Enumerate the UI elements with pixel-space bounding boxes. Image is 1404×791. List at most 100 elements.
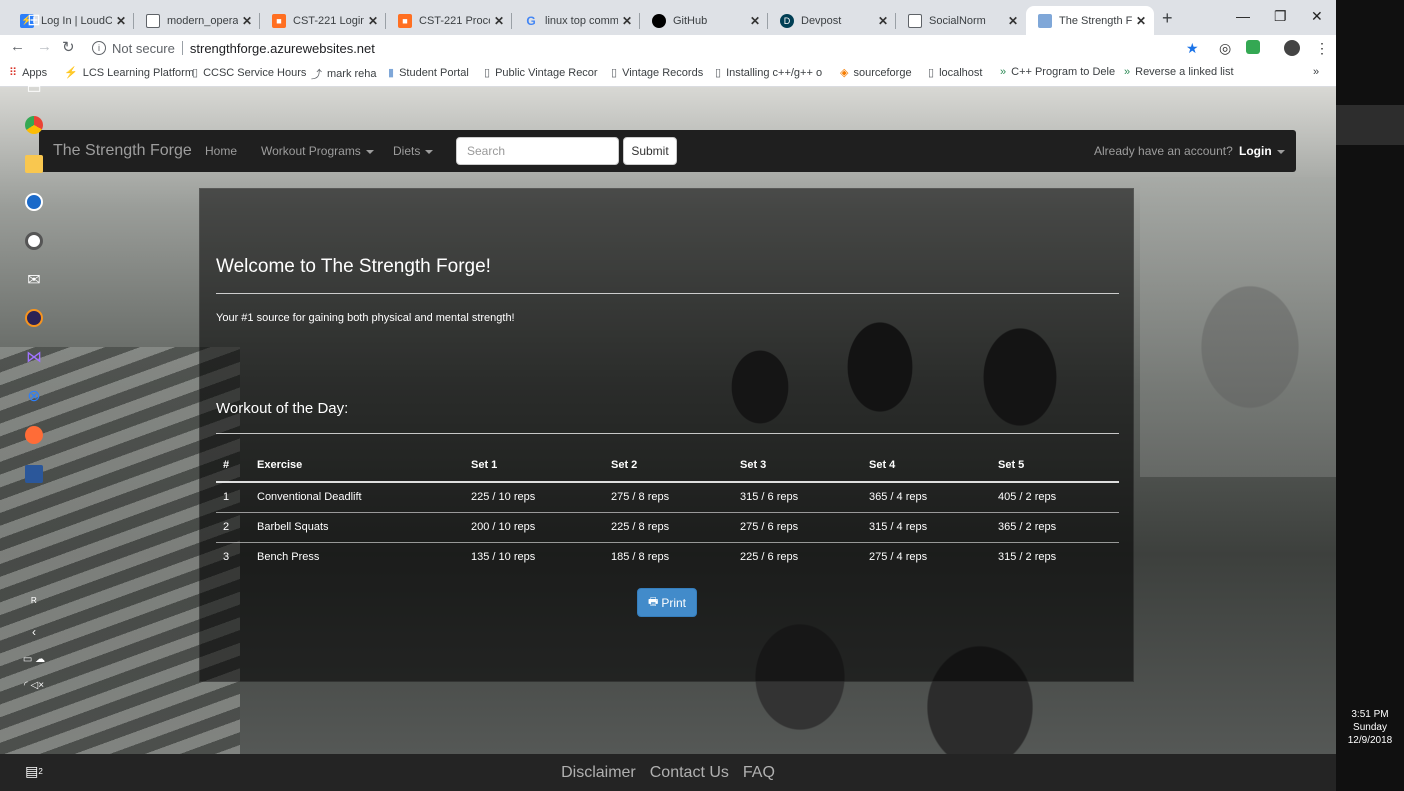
submit-button[interactable]: Submit xyxy=(623,137,677,165)
login-dropdown[interactable]: Login xyxy=(1239,144,1285,158)
postman-icon[interactable] xyxy=(0,423,68,447)
close-tab-icon[interactable]: ✕ xyxy=(1008,14,1018,28)
chevron-left-icon[interactable]: ‹ xyxy=(0,622,68,642)
tab-cst221-login[interactable]: ■ CST-221 Login M ✕ xyxy=(260,6,386,35)
bookmark-sourceforge[interactable]: ◈ sourceforge xyxy=(840,66,912,80)
info-icon[interactable]: i xyxy=(92,41,106,55)
notifications-icon[interactable]: ▤ 2 xyxy=(0,760,68,782)
bookmark-label: Student Portal xyxy=(399,66,469,79)
tab-strip: ⚡ Log In | LoudClo ✕ modern_operatin ✕ ■… xyxy=(0,0,1336,35)
tagline: Your #1 source for gaining both physical… xyxy=(216,312,515,324)
network-app-icon[interactable]: ⊗ xyxy=(0,384,68,408)
tab-title: modern_operatin xyxy=(167,14,238,27)
url-text[interactable]: strengthforge.azurewebsites.net xyxy=(190,41,375,56)
close-tab-icon[interactable]: ✕ xyxy=(368,14,378,28)
footer-link-faq[interactable]: FAQ xyxy=(743,764,775,782)
nav-workout-programs[interactable]: Workout Programs xyxy=(261,144,374,158)
tab-devpost[interactable]: D Devpost ✕ xyxy=(768,6,896,35)
bookmark-star-icon[interactable]: ★ xyxy=(1186,40,1199,57)
geeks-icon: » xyxy=(1000,66,1007,78)
new-tab-icon[interactable]: + xyxy=(1162,8,1173,29)
column-header: # xyxy=(216,448,250,483)
profile-avatar[interactable] xyxy=(1284,40,1300,56)
tab-modern-operating[interactable]: modern_operatin ✕ xyxy=(134,6,260,35)
github-desktop-icon[interactable] xyxy=(0,229,68,253)
close-tab-icon[interactable]: ✕ xyxy=(750,14,760,28)
extension-icon[interactable]: ◎ xyxy=(1219,40,1231,57)
table-cell: 275 / 4 reps xyxy=(869,551,928,564)
table-cell: 365 / 2 reps xyxy=(991,512,1119,543)
active-app-highlight xyxy=(1336,105,1404,145)
bookmarks-overflow-icon[interactable]: » xyxy=(1313,66,1319,78)
bookmark-installing-cpp[interactable]: ▯ Installing c++/g++ o xyxy=(715,66,822,80)
tab-cst221-process[interactable]: ■ CST-221 Process ✕ xyxy=(386,6,512,35)
task-view-icon[interactable]: ▭ xyxy=(0,76,68,100)
document-icon xyxy=(908,13,922,28)
bookmark-lcs[interactable]: ⚡ LCS Learning Platform xyxy=(64,66,194,80)
table-row: 1 Conventional Deadlift 225 / 10 reps 27… xyxy=(216,482,1119,513)
bookmark-label: sourceforge xyxy=(853,66,912,79)
bookmark-reverse-list[interactable]: » Reverse a linked list xyxy=(1124,66,1234,78)
content-panel: Welcome to The Strength Forge! Your #1 s… xyxy=(199,188,1134,682)
bookmark-mark-reha[interactable]: ⤴ mark reha xyxy=(311,66,377,82)
site-navbar: The Strength Forge Home Workout Programs… xyxy=(39,130,1296,172)
browser-toolbar: ← → ↻ i Not secure strengthforge.azurewe… xyxy=(0,35,1336,61)
brand-link[interactable]: The Strength Forge xyxy=(53,142,192,160)
bookmark-localhost[interactable]: ▯ localhost xyxy=(928,66,982,80)
footer-link-contact[interactable]: Contact Us xyxy=(650,764,729,782)
close-window-icon[interactable]: ✕ xyxy=(1311,8,1323,25)
bookmark-label: CCSC Service Hours xyxy=(203,66,307,79)
document-icon xyxy=(146,13,160,28)
menu-kebab-icon[interactable]: ⋮ xyxy=(1315,40,1329,57)
document-icon: ▯ xyxy=(484,67,491,79)
close-tab-icon[interactable]: ✕ xyxy=(622,14,632,28)
bookmark-public-vintage[interactable]: ▯ Public Vintage Recor xyxy=(484,66,598,80)
tab-google-search[interactable]: G linux top comma ✕ xyxy=(512,6,640,35)
steam-icon[interactable] xyxy=(0,190,68,214)
close-tab-icon[interactable]: ✕ xyxy=(878,14,888,28)
word-icon[interactable] xyxy=(0,462,68,486)
chrome-icon[interactable] xyxy=(0,112,68,138)
nav-diets[interactable]: Diets xyxy=(393,144,434,158)
close-tab-icon[interactable]: ✕ xyxy=(1136,14,1146,28)
mail-icon[interactable]: ✉ xyxy=(0,268,68,292)
address-bar[interactable]: i Not secure strengthforge.azurewebsites… xyxy=(92,37,1212,59)
close-tab-icon[interactable]: ✕ xyxy=(494,14,504,28)
page-icon xyxy=(1038,13,1052,28)
divider xyxy=(216,293,1119,294)
bookmark-cpp-program[interactable]: » C++ Program to Dele xyxy=(1000,66,1115,78)
close-tab-icon[interactable]: ✕ xyxy=(116,14,126,28)
column-header: Set 2 xyxy=(604,448,733,483)
file-explorer-icon[interactable] xyxy=(0,152,68,176)
bookmark-ccsc[interactable]: ▯ CCSC Service Hours xyxy=(192,66,307,80)
table-cell: 200 / 10 reps xyxy=(464,512,604,543)
chart-icon: ⤴ xyxy=(311,69,322,81)
print-button[interactable]: 🖶 Print xyxy=(637,588,697,617)
people-icon[interactable]: ᴿ xyxy=(0,592,68,612)
bookmark-vintage-records[interactable]: ▯ Vintage Records xyxy=(611,66,703,80)
extension-green-icon[interactable] xyxy=(1246,40,1260,54)
tab-strength-forge[interactable]: The Strength For ✕ xyxy=(1026,6,1154,35)
windows-start-icon[interactable]: ⊞ xyxy=(0,8,68,32)
gym-background-wall xyxy=(1140,177,1336,477)
account-prompt: Already have an account? xyxy=(1094,144,1233,158)
tab-socialnorm[interactable]: SocialNorm ✕ xyxy=(896,6,1026,35)
cortana-icon[interactable]: ○ xyxy=(0,42,68,66)
tab-github[interactable]: GitHub ✕ xyxy=(640,6,768,35)
table-cell: Conventional Deadlift xyxy=(250,482,464,513)
close-tab-icon[interactable]: ✕ xyxy=(242,14,252,28)
minimize-icon[interactable]: — xyxy=(1236,8,1250,24)
bookmark-student-portal[interactable]: ▮ Student Portal xyxy=(388,66,469,80)
document-icon: ▯ xyxy=(928,67,935,79)
tab-title: Devpost xyxy=(801,14,842,27)
wifi-volume-icons[interactable]: ◜ ◁× xyxy=(0,676,68,694)
restore-icon[interactable]: ❐ xyxy=(1274,8,1287,25)
system-clock[interactable]: 3:51 PM Sunday 12/9/2018 xyxy=(1336,708,1404,747)
nav-home[interactable]: Home xyxy=(205,144,237,158)
eclipse-icon[interactable] xyxy=(0,306,68,330)
visual-studio-icon[interactable]: ⋈ xyxy=(0,345,68,369)
divider xyxy=(216,433,1119,434)
battery-onedrive-icons[interactable]: ▭ ☁ xyxy=(0,650,68,668)
search-input[interactable] xyxy=(456,137,619,165)
footer-link-disclaimer[interactable]: Disclaimer xyxy=(561,764,636,782)
